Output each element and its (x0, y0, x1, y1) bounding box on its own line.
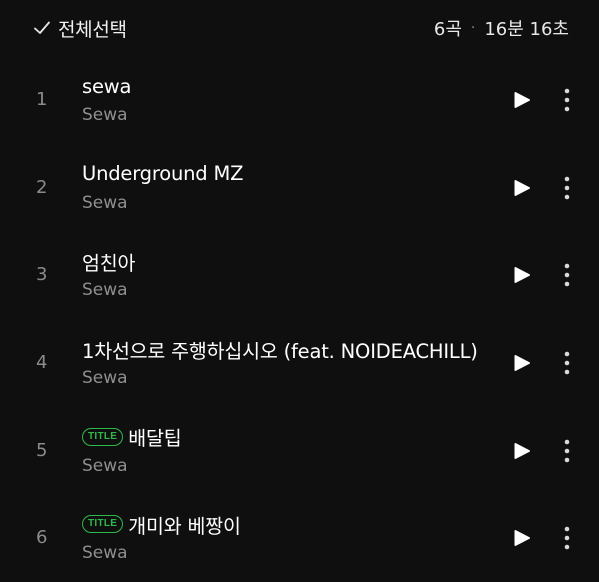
more-options-button[interactable] (556, 86, 578, 114)
track-number: 3 (36, 264, 48, 286)
title-track-badge: TITLE (82, 515, 124, 534)
more-options-button[interactable] (556, 174, 578, 202)
track-number: 4 (36, 352, 48, 374)
track-title: 엄친아 (82, 251, 136, 275)
track-title-row: sewa (82, 72, 492, 100)
play-button[interactable] (510, 263, 534, 287)
track-number: 5 (36, 439, 48, 461)
more-options-button[interactable] (556, 437, 578, 465)
track-info[interactable]: 엄친아 Sewa (82, 247, 492, 303)
play-button[interactable] (510, 439, 534, 463)
track-info[interactable]: Underground MZ Sewa (82, 160, 492, 216)
track-title: 1차선으로 주행하십시오 (feat. NOIDEACHILL) (82, 339, 478, 363)
play-button[interactable] (510, 351, 534, 375)
track-title-row: 1차선으로 주행하십시오 (feat. NOIDEACHILL) (82, 335, 492, 363)
track-title: sewa (82, 74, 132, 98)
track-list-header: 전체선택 6곡 · 16분 16초 (0, 0, 599, 56)
track-title-row: 엄친아 (82, 247, 492, 275)
more-vertical-icon (564, 439, 570, 463)
track-title: Underground MZ (82, 162, 244, 186)
track-info[interactable]: 1차선으로 주행하십시오 (feat. NOIDEACHILL) Sewa (82, 335, 492, 391)
more-vertical-icon (564, 351, 570, 375)
track-info[interactable]: sewa Sewa (82, 72, 492, 128)
more-options-button[interactable] (556, 524, 578, 552)
track-number: 1 (36, 89, 48, 110)
play-icon (514, 179, 531, 196)
track-artist[interactable]: Sewa (82, 190, 492, 216)
playlist-summary: 6곡 · 16분 16초 (434, 13, 569, 43)
track-list: 1 sewa Sewa 2 Underground MZ Sewa 3 엄친아 … (0, 56, 599, 582)
track-artist[interactable]: Sewa (82, 365, 492, 391)
track-row[interactable]: 1 sewa Sewa (0, 56, 599, 144)
more-vertical-icon (564, 264, 570, 287)
more-options-button[interactable] (556, 349, 578, 377)
track-row[interactable]: 5 TITLE 배달팁 Sewa (0, 407, 599, 495)
track-title-row: TITLE 배달팁 (82, 423, 492, 451)
track-number: 6 (36, 527, 48, 549)
select-all-button[interactable]: 전체선택 (32, 13, 127, 43)
track-artist[interactable]: Sewa (82, 453, 492, 479)
track-info[interactable]: TITLE 개미와 베짱이 Sewa (82, 510, 492, 566)
more-options-button[interactable] (556, 261, 578, 289)
play-button[interactable] (510, 176, 534, 200)
play-icon (514, 355, 531, 372)
track-artist[interactable]: Sewa (82, 540, 492, 566)
track-row[interactable]: 3 엄친아 Sewa (0, 231, 599, 319)
track-number: 2 (36, 176, 48, 198)
track-title-row: TITLE 개미와 베짱이 (82, 510, 492, 538)
track-row[interactable]: 6 TITLE 개미와 베짱이 Sewa (0, 494, 599, 582)
track-title: 개미와 베짱이 (128, 514, 241, 538)
select-all-label: 전체선택 (58, 18, 127, 41)
check-icon (32, 18, 52, 38)
more-vertical-icon (564, 176, 570, 199)
more-vertical-icon (564, 88, 570, 112)
more-vertical-icon (564, 527, 570, 550)
play-icon (514, 91, 531, 109)
track-row[interactable]: 2 Underground MZ Sewa (0, 144, 599, 232)
track-row[interactable]: 4 1차선으로 주행하십시오 (feat. NOIDEACHILL) Sewa (0, 319, 599, 407)
play-icon (514, 267, 531, 284)
title-track-badge: TITLE (82, 427, 124, 446)
summary-separator: · (470, 20, 476, 36)
play-icon (514, 530, 531, 547)
track-info[interactable]: TITLE 배달팁 Sewa (82, 423, 492, 479)
play-button[interactable] (510, 88, 534, 112)
total-duration: 16분 16초 (484, 19, 569, 40)
track-title-row: Underground MZ (82, 160, 492, 188)
track-count: 6곡 (433, 19, 462, 40)
play-button[interactable] (510, 526, 534, 550)
play-icon (514, 442, 531, 459)
track-artist[interactable]: Sewa (82, 277, 492, 303)
track-title: 배달팁 (128, 427, 182, 451)
track-artist[interactable]: Sewa (82, 102, 492, 128)
